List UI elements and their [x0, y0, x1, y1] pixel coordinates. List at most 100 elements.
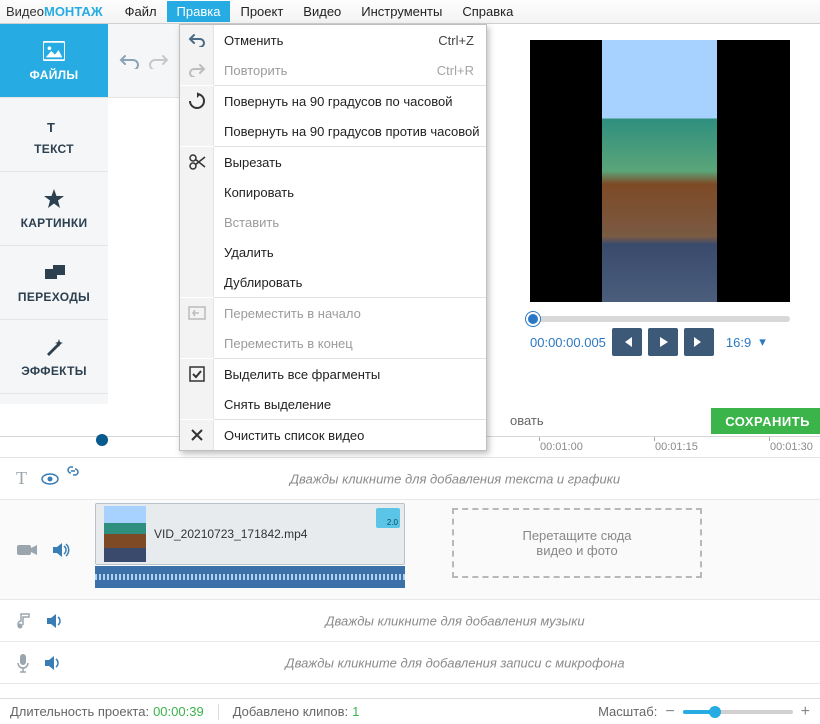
- dropzone-line2: видео и фото: [536, 543, 617, 558]
- chevron-down-icon[interactable]: ▾: [759, 334, 766, 350]
- edit-dropdown: Отменить Ctrl+Z Повторить Ctrl+R Поверну…: [179, 24, 487, 451]
- dropzone-line1: Перетащите сюда: [522, 528, 631, 543]
- menu-help[interactable]: Справка: [452, 1, 523, 22]
- duration-label: Длительность проекта:: [10, 704, 149, 719]
- preview-video: [530, 40, 790, 302]
- preview-scrubber[interactable]: [530, 316, 790, 322]
- zoom-out-icon[interactable]: −: [665, 703, 674, 721]
- eye-icon[interactable]: [41, 473, 59, 485]
- menu-project[interactable]: Проект: [230, 1, 293, 22]
- undo-icon[interactable]: [119, 53, 139, 69]
- sidebar-effects[interactable]: ЭФФЕКТЫ: [0, 320, 108, 394]
- music-track-hint: Дважды кликните для добавления музыки: [90, 613, 820, 628]
- save-button[interactable]: СОХРАНИТЬ: [711, 408, 820, 434]
- text-icon: T: [43, 114, 65, 136]
- zoom-control: Масштаб: − +: [598, 703, 810, 721]
- menu-edit[interactable]: Правка: [167, 1, 231, 22]
- brand-part2: МОНТАЖ: [44, 4, 103, 19]
- zoom-in-icon[interactable]: +: [801, 703, 810, 721]
- dd-rotate-ccw[interactable]: Повернуть на 90 градусов против часовой: [180, 116, 486, 146]
- scrubber-knob[interactable]: [526, 312, 540, 326]
- dd-delete[interactable]: Удалить: [180, 237, 486, 267]
- clip-thumbnail: [104, 506, 146, 562]
- sidebar: ФАЙЛЫ T ТЕКСТ КАРТИНКИ ПЕРЕХОДЫ ЭФФЕКТЫ: [0, 24, 108, 404]
- play-button[interactable]: [648, 328, 678, 356]
- dd-deselect[interactable]: Снять выделение: [180, 389, 486, 419]
- partial-label: овать: [510, 413, 544, 428]
- undo-redo-strip: [108, 24, 180, 98]
- music-icon: [16, 612, 32, 630]
- scissors-icon: [180, 147, 214, 177]
- ruler-left: [0, 436, 90, 458]
- next-button[interactable]: [684, 328, 714, 356]
- clip-transition-badge[interactable]: [376, 508, 400, 528]
- select-all-icon: [180, 359, 214, 389]
- dd-undo-shortcut: Ctrl+Z: [431, 33, 486, 48]
- undo-icon: [180, 25, 214, 55]
- dd-copy[interactable]: Копировать: [180, 177, 486, 207]
- sidebar-pictures[interactable]: КАРТИНКИ: [0, 172, 108, 246]
- zoom-knob[interactable]: [709, 706, 721, 718]
- redo-icon[interactable]: [149, 53, 169, 69]
- dd-undo[interactable]: Отменить Ctrl+Z: [180, 25, 486, 55]
- speaker-icon[interactable]: [46, 613, 64, 629]
- dd-cut[interactable]: Вырезать: [180, 147, 486, 177]
- sidebar-files[interactable]: ФАЙЛЫ: [0, 24, 108, 98]
- brand-part1: Видео: [6, 4, 44, 19]
- aspect-ratio[interactable]: 16:9: [726, 335, 751, 350]
- text-track-link-icon[interactable]: [58, 459, 88, 479]
- dd-rotate-cw[interactable]: Повернуть на 90 градусов по часовой: [180, 86, 486, 116]
- dd-clear-list[interactable]: Очистить список видео: [180, 420, 486, 450]
- menu-video[interactable]: Видео: [293, 1, 351, 22]
- sidebar-transitions[interactable]: ПЕРЕХОДЫ: [0, 246, 108, 320]
- dd-paste: Вставить: [180, 207, 486, 237]
- dd-move-end-label: Переместить в конец: [214, 336, 486, 351]
- playhead[interactable]: [96, 434, 108, 446]
- dd-rotate-ccw-label: Повернуть на 90 градусов против часовой: [214, 124, 486, 139]
- preview-frame: [602, 40, 717, 302]
- clip-name: VID_20210723_171842.mp4: [154, 527, 307, 541]
- star-icon: [43, 188, 65, 210]
- dd-rotate-cw-label: Повернуть на 90 градусов по часовой: [214, 94, 486, 109]
- dd-duplicate[interactable]: Дублировать: [180, 267, 486, 297]
- sidebar-text[interactable]: T ТЕКСТ: [0, 98, 108, 172]
- dd-select-all[interactable]: Выделить все фрагменты: [180, 359, 486, 389]
- menu-file[interactable]: Файл: [115, 1, 167, 22]
- dd-paste-label: Вставить: [214, 215, 486, 230]
- video-dropzone[interactable]: Перетащите сюда видео и фото: [452, 508, 702, 578]
- dd-select-all-label: Выделить все фрагменты: [214, 367, 486, 382]
- track-video[interactable]: VID_20210723_171842.mp4 Перетащите сюда …: [0, 500, 820, 600]
- save-label: СОХРАНИТЬ: [725, 414, 810, 429]
- dd-move-end: Переместить в конец: [180, 328, 486, 358]
- speaker-icon[interactable]: [52, 542, 70, 558]
- move-start-icon: [180, 298, 214, 328]
- image-icon: [43, 40, 65, 62]
- track-music-icons: [0, 600, 90, 641]
- dd-redo-label: Повторить: [214, 63, 431, 78]
- app-brand: ВидеоМОНТАЖ: [6, 4, 103, 19]
- track-video-icons: [0, 500, 90, 599]
- transitions-icon: [43, 262, 65, 284]
- dd-duplicate-label: Дублировать: [214, 275, 486, 290]
- text-track-hint: Дважды кликните для добавления текста и …: [90, 471, 820, 486]
- dd-clear-list-label: Очистить список видео: [214, 428, 486, 443]
- dd-redo-shortcut: Ctrl+R: [431, 63, 486, 78]
- menu-tools[interactable]: Инструменты: [351, 1, 452, 22]
- redo-icon: [180, 55, 214, 85]
- video-clip[interactable]: VID_20210723_171842.mp4: [95, 503, 405, 565]
- preview-panel: 00:00:00.005 16:9 ▾: [520, 28, 820, 360]
- prev-button[interactable]: [612, 328, 642, 356]
- sidebar-effects-label: ЭФФЕКТЫ: [21, 364, 87, 378]
- clip-audio-waveform[interactable]: [95, 566, 405, 588]
- status-bar: Длительность проекта: 00:00:39 Добавлено…: [0, 698, 820, 724]
- track-music[interactable]: Дважды кликните для добавления музыки: [0, 600, 820, 642]
- speaker-icon[interactable]: [44, 655, 62, 671]
- duration-value: 00:00:39: [153, 704, 204, 719]
- zoom-slider[interactable]: [683, 710, 793, 714]
- mic-icon: [16, 653, 30, 673]
- track-mic[interactable]: Дважды кликните для добавления записи с …: [0, 642, 820, 684]
- wand-icon: [43, 336, 65, 358]
- tick-6: 00:01:30: [770, 441, 813, 453]
- track-text[interactable]: T Дважды кликните для добавления текста …: [0, 458, 820, 500]
- zoom-label: Масштаб:: [598, 704, 657, 719]
